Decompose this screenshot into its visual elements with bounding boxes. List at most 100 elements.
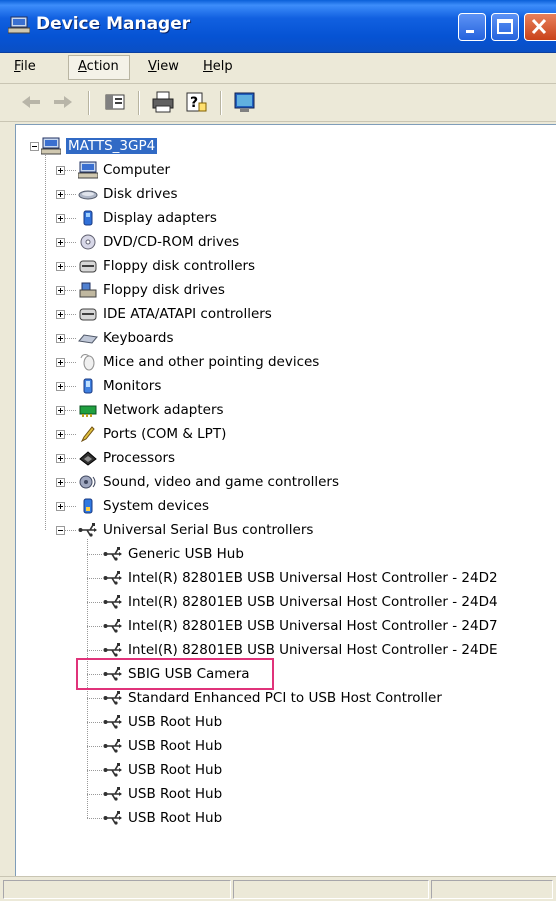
menu-action[interactable]: Action bbox=[78, 59, 119, 74]
tree-category-sound-video-and-game-controllers[interactable]: Sound, video and game controllers bbox=[16, 471, 556, 493]
tree-connector-line bbox=[65, 506, 76, 507]
usb-icon bbox=[103, 593, 123, 611]
cdrom-icon bbox=[78, 233, 98, 251]
expand-plus-icon[interactable] bbox=[56, 238, 65, 247]
usb-icon bbox=[103, 737, 123, 755]
tree-category-label: Floppy disk drives bbox=[103, 282, 225, 298]
tree-root[interactable]: MATTS_3GP4 bbox=[16, 135, 556, 157]
usb-icon bbox=[103, 569, 123, 587]
usb-icon bbox=[103, 713, 123, 731]
tree-connector-line bbox=[87, 602, 102, 603]
tree-category-mice-and-other-pointing-devices[interactable]: Mice and other pointing devices bbox=[16, 351, 556, 373]
expand-plus-icon[interactable] bbox=[56, 286, 65, 295]
expand-plus-icon[interactable] bbox=[56, 334, 65, 343]
back-arrow-icon[interactable] bbox=[18, 89, 44, 115]
expand-plus-icon[interactable] bbox=[56, 166, 65, 175]
tree-category-floppy-disk-controllers[interactable]: Floppy disk controllers bbox=[16, 255, 556, 277]
title-bar[interactable]: Device Manager bbox=[0, 0, 556, 53]
tree-category-label: Floppy disk controllers bbox=[103, 258, 256, 274]
close-button[interactable] bbox=[524, 13, 556, 41]
properties-pane-icon[interactable] bbox=[102, 89, 128, 115]
tree-category-floppy-disk-drives[interactable]: Floppy disk drives bbox=[16, 279, 556, 301]
expand-plus-icon[interactable] bbox=[56, 454, 65, 463]
tree-category-dvd-cd-rom-drives[interactable]: DVD/CD-ROM drives bbox=[16, 231, 556, 253]
expand-plus-icon[interactable] bbox=[56, 358, 65, 367]
tree-category-keyboards[interactable]: Keyboards bbox=[16, 327, 556, 349]
tree-connector-line bbox=[87, 650, 102, 651]
toolbar-separator bbox=[220, 91, 222, 115]
tree-connector-line bbox=[65, 338, 76, 339]
minimize-icon bbox=[466, 30, 474, 33]
menu-file-rest: ile bbox=[20, 59, 36, 74]
tree-category-label: Ports (COM & LPT) bbox=[103, 426, 227, 442]
tree-category-display-adapters[interactable]: Display adapters bbox=[16, 207, 556, 229]
expand-plus-icon[interactable] bbox=[56, 214, 65, 223]
help-icon[interactable]: ? bbox=[183, 89, 209, 115]
menu-file[interactable]: File bbox=[14, 59, 36, 74]
tree-category-universal-serial-bus-controllers[interactable]: Universal Serial Bus controllers bbox=[16, 519, 556, 541]
tree-category-computer[interactable]: Computer bbox=[16, 159, 556, 181]
tree-category-monitors[interactable]: Monitors bbox=[16, 375, 556, 397]
tree-category-label: DVD/CD-ROM drives bbox=[103, 234, 240, 250]
tree-category-label: IDE ATA/ATAPI controllers bbox=[103, 306, 272, 322]
expand-plus-icon[interactable] bbox=[56, 190, 65, 199]
tree-connector-line bbox=[65, 362, 76, 363]
computer-icon bbox=[40, 137, 62, 155]
expand-plus-icon[interactable] bbox=[56, 382, 65, 391]
expand-plus-icon[interactable] bbox=[56, 406, 65, 415]
sound-icon bbox=[78, 473, 98, 491]
collapse-minus-icon[interactable] bbox=[56, 526, 65, 535]
monitor-icon bbox=[78, 377, 98, 395]
menu-view-rest: iew bbox=[156, 59, 179, 74]
tree-device-label: Generic USB Hub bbox=[128, 546, 244, 562]
scan-hardware-icon[interactable] bbox=[232, 89, 258, 115]
tree-category-ide-ata-atapi-controllers[interactable]: IDE ATA/ATAPI controllers bbox=[16, 303, 556, 325]
expand-plus-icon[interactable] bbox=[56, 430, 65, 439]
collapse-minus-icon[interactable] bbox=[30, 142, 39, 151]
svg-text:?: ? bbox=[190, 95, 198, 111]
minimize-button[interactable] bbox=[458, 13, 486, 41]
menu-action-accel: A bbox=[78, 59, 87, 74]
expand-plus-icon[interactable] bbox=[56, 310, 65, 319]
floppy-icon bbox=[78, 281, 98, 299]
tree-category-disk-drives[interactable]: Disk drives bbox=[16, 183, 556, 205]
tree-device-label: USB Root Hub bbox=[128, 786, 223, 802]
tree-category-system-devices[interactable]: System devices bbox=[16, 495, 556, 517]
tree-category-processors[interactable]: Processors bbox=[16, 447, 556, 469]
status-pane bbox=[233, 880, 429, 899]
menu-view[interactable]: View bbox=[148, 59, 179, 74]
computer-icon bbox=[77, 161, 99, 179]
tree-category-label: Disk drives bbox=[103, 186, 178, 202]
tree-device-label: USB Root Hub bbox=[128, 762, 223, 778]
expand-plus-icon[interactable] bbox=[56, 502, 65, 511]
menu-help[interactable]: Help bbox=[203, 59, 233, 74]
tree-category-label: Network adapters bbox=[103, 402, 224, 418]
mouse-icon bbox=[78, 353, 98, 371]
usb-icon bbox=[103, 809, 123, 827]
tree-connector-line bbox=[65, 458, 76, 459]
maximize-button[interactable] bbox=[491, 13, 519, 41]
expand-plus-icon[interactable] bbox=[56, 478, 65, 487]
tree-category-ports-com-lpt-[interactable]: Ports (COM & LPT) bbox=[16, 423, 556, 445]
tree-connector-line bbox=[65, 170, 76, 171]
tree-category-label: Monitors bbox=[103, 378, 162, 394]
print-icon[interactable] bbox=[150, 89, 176, 115]
tree-connector-line bbox=[87, 554, 102, 555]
tree-connector-line bbox=[65, 314, 76, 315]
tree-connector-line bbox=[87, 578, 102, 579]
forward-arrow-icon[interactable] bbox=[50, 89, 76, 115]
tree-category-label: Sound, video and game controllers bbox=[103, 474, 339, 490]
expand-plus-icon[interactable] bbox=[56, 262, 65, 271]
toolbar-separator bbox=[138, 91, 140, 115]
device-tree[interactable]: MATTS_3GP4 Computer Disk drives Display ada… bbox=[15, 124, 556, 877]
menu-view-accel: V bbox=[148, 59, 157, 74]
tree-category-network-adapters[interactable]: Network adapters bbox=[16, 399, 556, 421]
tree-device-label: Standard Enhanced PCI to USB Host Contro… bbox=[128, 690, 442, 706]
tree-connector-line bbox=[87, 746, 102, 747]
tree-connector-line bbox=[87, 794, 102, 795]
usb-icon bbox=[103, 545, 123, 563]
tree-connector-line bbox=[65, 194, 76, 195]
tree-connector-line bbox=[65, 290, 76, 291]
tree-connector-line bbox=[87, 818, 102, 819]
usb-icon bbox=[103, 689, 123, 707]
